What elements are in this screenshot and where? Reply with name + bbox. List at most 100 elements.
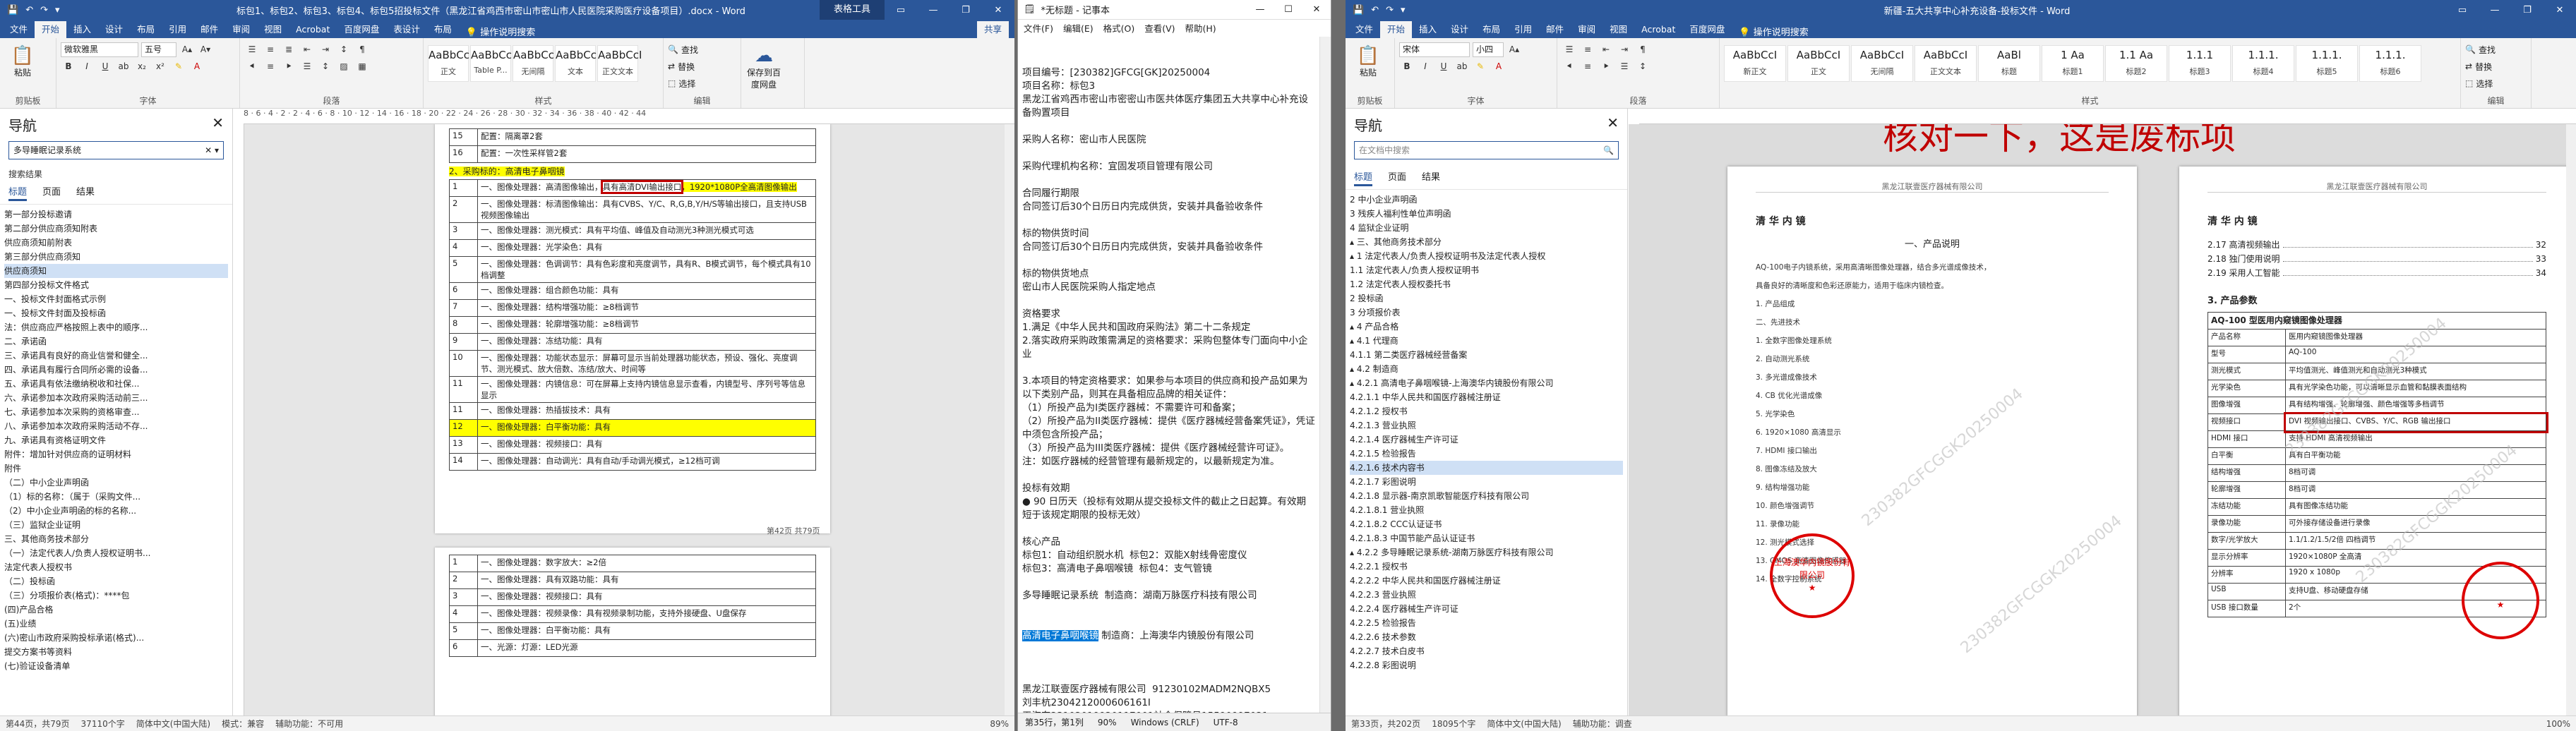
redo-icon[interactable]: ↷ <box>1386 5 1394 16</box>
scrollbar[interactable] <box>2566 124 2576 715</box>
decrease-indent-icon[interactable]: ⇤ <box>299 42 315 57</box>
nav-item[interactable]: 4.2.2.3 营业执照 <box>1350 588 1623 602</box>
nav-item[interactable]: 第四部分投标文件格式 <box>4 278 228 292</box>
zoom-level[interactable]: 89% <box>990 719 1009 729</box>
sort-icon[interactable]: ↕ <box>336 42 352 57</box>
tab-insert[interactable]: 插入 <box>66 21 98 38</box>
nav-item[interactable]: (四)产品合格 <box>4 603 228 617</box>
ribbon-display-icon[interactable]: ▭ <box>885 5 917 16</box>
notepad-text-area[interactable]: 项目编号：[230382]GFCG[GK]20250004 项目名称：标包3 黑龙江… <box>1018 37 1319 713</box>
tab-home[interactable]: 开始 <box>1380 21 1413 38</box>
nav-item[interactable]: 3 残疾人福利性单位声明函 <box>1350 207 1623 221</box>
style-gallery-item[interactable]: AaBbCcI 正文 <box>1787 45 1850 82</box>
minimize-icon[interactable]: — <box>917 5 949 16</box>
underline-icon[interactable]: U <box>1436 59 1451 74</box>
line-spacing-icon[interactable]: ↕ <box>318 59 333 74</box>
redo-icon[interactable]: ↷ <box>40 5 48 16</box>
nav-tab-pages[interactable]: 页面 <box>42 184 61 201</box>
ribbon-display-icon[interactable]: ▭ <box>2446 5 2479 16</box>
nav-item[interactable]: 九、承诺具有资格证明文件 <box>4 433 228 447</box>
nav-item[interactable]: 4.2.2.7 技术白皮书 <box>1350 644 1623 658</box>
style-gallery-item[interactable]: 1.1.1. 标题5 <box>2296 45 2358 82</box>
tab-review[interactable]: 审阅 <box>1571 21 1602 38</box>
nav-item[interactable]: 4 监狱企业证明 <box>1350 221 1623 235</box>
nav-item[interactable]: 4.2.2.2 中华人民共和国医疗器械注册证 <box>1350 574 1623 588</box>
italic-icon[interactable]: I <box>79 59 95 74</box>
nav-item[interactable]: ▴ 4 产品合格 <box>1350 320 1623 334</box>
nav-tab-results[interactable]: 结果 <box>76 184 95 201</box>
nav-item[interactable]: 4.2.1.7 彩图说明 <box>1350 475 1623 489</box>
toc-line[interactable]: 2.19 采用人工智能 34 <box>2207 266 2546 280</box>
nav-item[interactable]: 4.2.1.8.2 CCC认证证书 <box>1350 517 1623 531</box>
style-gallery-item[interactable]: AaBbCcI 新正文 <box>1724 45 1786 82</box>
align-center-icon[interactable]: ≡ <box>1580 59 1595 74</box>
superscript-icon[interactable]: x² <box>152 59 168 74</box>
tab-references[interactable]: 引用 <box>1507 21 1539 38</box>
nav-tab-headings[interactable]: 标题 <box>8 184 28 201</box>
nav-item[interactable]: 提交方案书等资料 <box>4 645 228 659</box>
nav-item[interactable]: 三、其他商务技术部分 <box>4 532 228 546</box>
replace-button[interactable]: ⇄ 替换 <box>2465 58 2527 75</box>
nav-tab-headings[interactable]: 标题 <box>1354 169 1373 186</box>
strikethrough-icon[interactable]: ab <box>116 59 131 74</box>
style-gallery-item[interactable]: AaBl 标题 <box>1978 45 2040 82</box>
nav-search-input[interactable]: 多导睡眠记录系统 ✕ ▾ <box>8 141 224 159</box>
minimize-icon[interactable]: — <box>1246 4 1274 15</box>
menu-edit[interactable]: 编辑(E) <box>1063 21 1094 34</box>
font-name-select[interactable]: 宋体 <box>1399 42 1470 57</box>
highlight-icon[interactable]: ✎ <box>171 59 186 74</box>
menu-view[interactable]: 查看(V) <box>1144 21 1175 34</box>
nav-item[interactable]: 三、承诺具有良好的商业信誉和健全... <box>4 349 228 363</box>
nav-item[interactable]: 五、承诺具有依法缴纳税收和社保... <box>4 377 228 391</box>
find-button[interactable]: 🔍 查找 <box>668 41 736 58</box>
toc-line[interactable]: 2.18 独门使用说明 33 <box>2207 252 2546 266</box>
nav-item[interactable]: 4.2.1.4 医疗器械生产许可证 <box>1350 433 1623 447</box>
nav-item[interactable]: 1.2 法定代表人授权委托书 <box>1350 277 1623 291</box>
nav-item[interactable]: ▴ 1 法定代表人/负责人授权证明书及法定代表人授权 <box>1350 249 1623 263</box>
nav-item[interactable]: （三）监狱企业证明 <box>4 518 228 532</box>
nav-item[interactable]: 八、承诺参加本次政府采购活动不存... <box>4 419 228 433</box>
underline-icon[interactable]: U <box>97 59 113 74</box>
tab-insert[interactable]: 插入 <box>1412 21 1444 38</box>
tab-mailings[interactable]: 邮件 <box>1539 21 1571 38</box>
notepad-scrollbar[interactable] <box>1319 37 1331 713</box>
undo-icon[interactable]: ↶ <box>1371 5 1379 16</box>
align-center-icon[interactable]: ≡ <box>263 59 278 74</box>
shading-icon[interactable]: ▨ <box>336 59 352 74</box>
tab-review[interactable]: 审阅 <box>225 21 257 38</box>
dropdown-icon[interactable]: ▾ <box>55 5 60 16</box>
nav-item[interactable]: 4.2.2.8 彩图说明 <box>1350 658 1623 672</box>
nav-item[interactable]: 4.2.1.8.1 营业执照 <box>1350 503 1623 517</box>
tab-table-layout[interactable]: 布局 <box>427 21 459 38</box>
nav-item[interactable]: 4.2.2.5 检验报告 <box>1350 616 1623 630</box>
nav-item[interactable]: ▴ 三、其他商务技术部分 <box>1350 235 1623 249</box>
justify-icon[interactable]: ☰ <box>299 59 315 74</box>
nav-item[interactable]: 第二部分供应商须知附表 <box>4 222 228 236</box>
bold-icon[interactable]: B <box>1399 59 1415 74</box>
nav-item[interactable]: 4.2.2.6 技术参数 <box>1350 630 1623 644</box>
nav-item[interactable]: ▴ 4.2 制造商 <box>1350 362 1623 376</box>
tab-baidu[interactable]: 百度网盘 <box>337 21 386 38</box>
align-left-icon[interactable]: ⯇ <box>1562 59 1577 74</box>
nav-item[interactable]: (七)验证设备清单 <box>4 659 228 673</box>
close-icon[interactable]: ✕ <box>2544 5 2576 16</box>
save-icon[interactable]: 💾 <box>1353 5 1364 16</box>
tab-file[interactable]: 文件 <box>1348 21 1380 38</box>
restore-icon[interactable]: ❐ <box>949 5 982 16</box>
justify-icon[interactable]: ☰ <box>1617 59 1632 74</box>
style-table-p[interactable]: AaBbCcI Table P... <box>470 45 515 82</box>
show-marks-icon[interactable]: ¶ <box>1635 42 1651 57</box>
borders-icon[interactable]: ▦ <box>354 59 370 74</box>
nav-tab-pages[interactable]: 页面 <box>1388 169 1406 186</box>
scrollbar[interactable] <box>1005 124 1014 715</box>
nav-item[interactable]: 3 分项报价表 <box>1350 306 1623 320</box>
nav-item[interactable]: ▴ 4.2.1 高清电子鼻咽喉镜-上海澳华内镜股份有限公司 <box>1350 376 1623 390</box>
dropdown-icon[interactable]: ▾ <box>1401 5 1406 16</box>
tab-mailings[interactable]: 邮件 <box>193 21 225 38</box>
nav-item[interactable]: 供应商须知 <box>4 264 228 278</box>
nav-item[interactable]: 一、投标文件封面格式示例 <box>4 292 228 306</box>
tab-design[interactable]: 设计 <box>98 21 130 38</box>
style-gallery-item[interactable]: 1.1.1. 标题4 <box>2232 45 2294 82</box>
close-icon[interactable]: ✕ <box>1302 4 1331 15</box>
bold-icon[interactable]: B <box>61 59 76 74</box>
